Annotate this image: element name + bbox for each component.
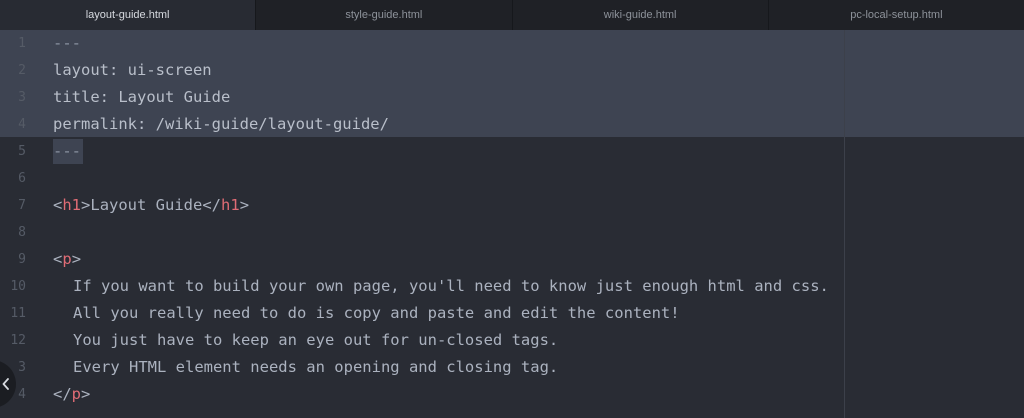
line-number: 8 [18, 225, 26, 240]
paragraph-text: Every HTML element needs an opening and … [73, 358, 559, 376]
tag-bracket: > [239, 196, 250, 214]
code-line-10: If you want to build your own page, you'… [53, 273, 829, 300]
tag-bracket: > [71, 250, 82, 268]
tab-layout-guide[interactable]: layout-guide.html [0, 0, 257, 30]
paragraph-text: If you want to build your own page, you'… [73, 277, 829, 295]
paragraph-text: You just have to keep an eye out for un-… [73, 331, 559, 349]
code-line-3: title: Layout Guide [53, 88, 231, 106]
tag-bracket: < [53, 196, 63, 214]
line-number: 3 [18, 90, 26, 105]
line-number-gutter: 1 2 3 4 5 6 7 8 9 10 11 12 3 4 [0, 30, 48, 418]
heading-text: Layout Guide [90, 196, 203, 214]
tag-bracket: </ [53, 385, 72, 403]
tab-bar: layout-guide.html style-guide.html wiki-… [0, 0, 1024, 30]
front-matter-delimiter: --- [53, 34, 81, 52]
line-number: 9 [18, 252, 26, 267]
wrap-guide-line [844, 30, 845, 418]
code-line-12: You just have to keep an eye out for un-… [53, 327, 558, 354]
code-line-2: layout: ui-screen [53, 61, 212, 79]
code-line-11: All you really need to do is copy and pa… [53, 300, 680, 327]
tag-bracket: < [53, 250, 63, 268]
code-line-13: Every HTML element needs an opening and … [53, 354, 558, 381]
paragraph-text: All you really need to do is copy and pa… [73, 304, 680, 322]
code-line-5: --- [53, 138, 81, 165]
tab-pc-local-setup[interactable]: pc-local-setup.html [768, 0, 1024, 30]
code-line-9: <p> [53, 246, 81, 273]
line-number: 4 [18, 117, 26, 132]
line-number: 11 [10, 306, 26, 321]
tag-bracket: > [81, 196, 91, 214]
line-number: 1 [18, 36, 26, 51]
tag-name: h1 [221, 196, 240, 214]
tag-bracket: > [81, 385, 91, 403]
line-number: 10 [10, 279, 26, 294]
front-matter-delimiter: --- [53, 142, 81, 160]
line-number: 2 [18, 63, 26, 78]
tag-name: p [71, 385, 82, 403]
line-number: 6 [18, 171, 26, 186]
code-line-1: --- [53, 30, 81, 57]
code-area[interactable]: 1 2 3 4 5 6 7 8 9 10 11 12 3 4 --- layou… [0, 30, 1024, 418]
code-editor: layout-guide.html style-guide.html wiki-… [0, 0, 1024, 418]
chevron-left-icon [2, 378, 9, 390]
line-number: 5 [18, 144, 26, 159]
tag-name: p [62, 250, 72, 268]
code-line-14: </p> [53, 381, 90, 408]
tab-wiki-guide[interactable]: wiki-guide.html [512, 0, 769, 30]
tag-bracket: </ [202, 196, 222, 214]
code-line-7: <h1>Layout Guide</h1> [53, 192, 249, 219]
code-line-4: permalink: /wiki-guide/layout-guide/ [53, 115, 389, 133]
line-number: 12 [10, 333, 26, 348]
tag-name: h1 [62, 196, 82, 214]
tab-style-guide[interactable]: style-guide.html [256, 0, 513, 30]
line-number: 7 [18, 198, 26, 213]
